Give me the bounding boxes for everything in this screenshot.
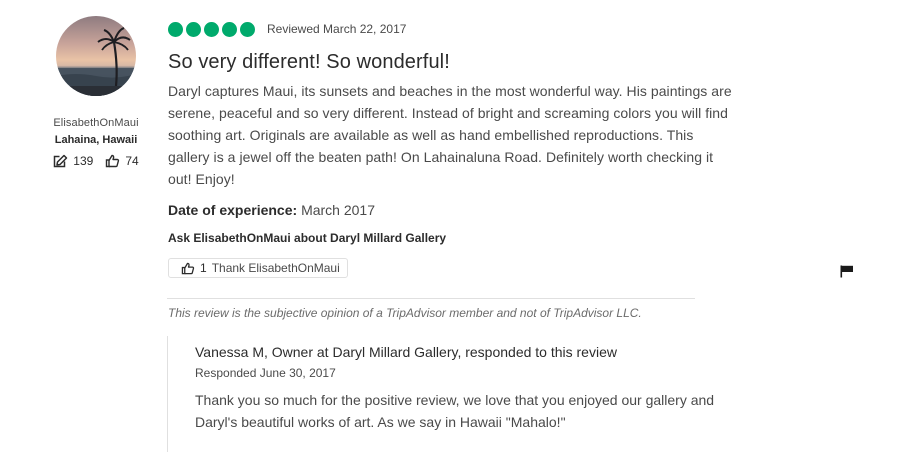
review-body: Reviewed March 22, 2017 So very differen…	[168, 18, 808, 280]
rating-bubble	[168, 21, 183, 37]
review-title[interactable]: So very different! So wonderful!	[168, 49, 808, 75]
review-date: Reviewed March 22, 2017	[267, 22, 407, 36]
text-line: Thank you so much for the positive revie…	[195, 392, 715, 408]
thumbs-up-icon	[181, 262, 195, 275]
reviewer-location: Lahaina, Hawaii	[54, 134, 138, 146]
helpful-votes-stat: 74	[105, 154, 139, 168]
report-flag-button[interactable]	[840, 265, 854, 278]
rating-bubble	[222, 21, 237, 37]
response-author: Vanessa M, Owner at Daryl Millard Galler…	[195, 344, 617, 360]
helpful-votes-count: 74	[125, 154, 139, 168]
reviewer-card: ElisabethOnMaui Lahaina, Hawaii 139 74	[40, 16, 152, 168]
reviewer-stats: 139 74	[40, 154, 152, 168]
review-disclaimer: This review is the subjective opinion of…	[168, 306, 642, 320]
pencil-edit-icon	[53, 154, 68, 168]
rating-row: Reviewed March 22, 2017	[168, 18, 808, 40]
thank-reviewer-button[interactable]: 1 Thank ElisabethOnMaui	[168, 258, 348, 278]
contributions-stat: 139	[53, 154, 93, 168]
owner-response: Vanessa M, Owner at Daryl Millard Galler…	[167, 336, 807, 452]
reviewer-username[interactable]: ElisabethOnMaui	[40, 117, 152, 129]
date-of-experience: Date of experience: March 2017	[168, 202, 808, 218]
thank-label: Thank ElisabethOnMaui	[211, 261, 340, 275]
rating-bubbles	[168, 21, 255, 37]
text-line: soothing art. Originals are available as…	[168, 127, 694, 143]
text-line: serene, peaceful and so very different. …	[168, 105, 728, 121]
ask-reviewer-link[interactable]: Ask ElisabethOnMaui about Daryl Millard …	[168, 231, 808, 245]
thumbs-up-icon	[105, 154, 120, 168]
rating-bubble	[204, 21, 219, 37]
review-text: Daryl captures Maui, its sunsets and bea…	[168, 80, 808, 190]
contributions-count: 139	[73, 154, 94, 168]
review-divider	[167, 298, 695, 299]
response-text: Thank you so much for the positive revie…	[195, 389, 795, 433]
avatar-sunset-image	[56, 16, 136, 96]
rating-bubble	[186, 21, 201, 37]
experience-value: March 2017	[301, 202, 375, 218]
text-line: Daryl's beautiful works of art. As we sa…	[195, 414, 566, 430]
avatar[interactable]	[56, 16, 136, 96]
text-line: gallery is a jewel off the beaten path! …	[168, 149, 714, 165]
response-date: Responded June 30, 2017	[195, 366, 336, 380]
thank-count: 1	[200, 261, 207, 275]
flag-icon	[840, 265, 854, 278]
experience-label: Date of experience:	[168, 202, 298, 218]
text-line: Daryl captures Maui, its sunsets and bea…	[168, 83, 732, 99]
rating-bubble	[240, 21, 255, 37]
text-line: out! Enjoy!	[168, 171, 235, 187]
